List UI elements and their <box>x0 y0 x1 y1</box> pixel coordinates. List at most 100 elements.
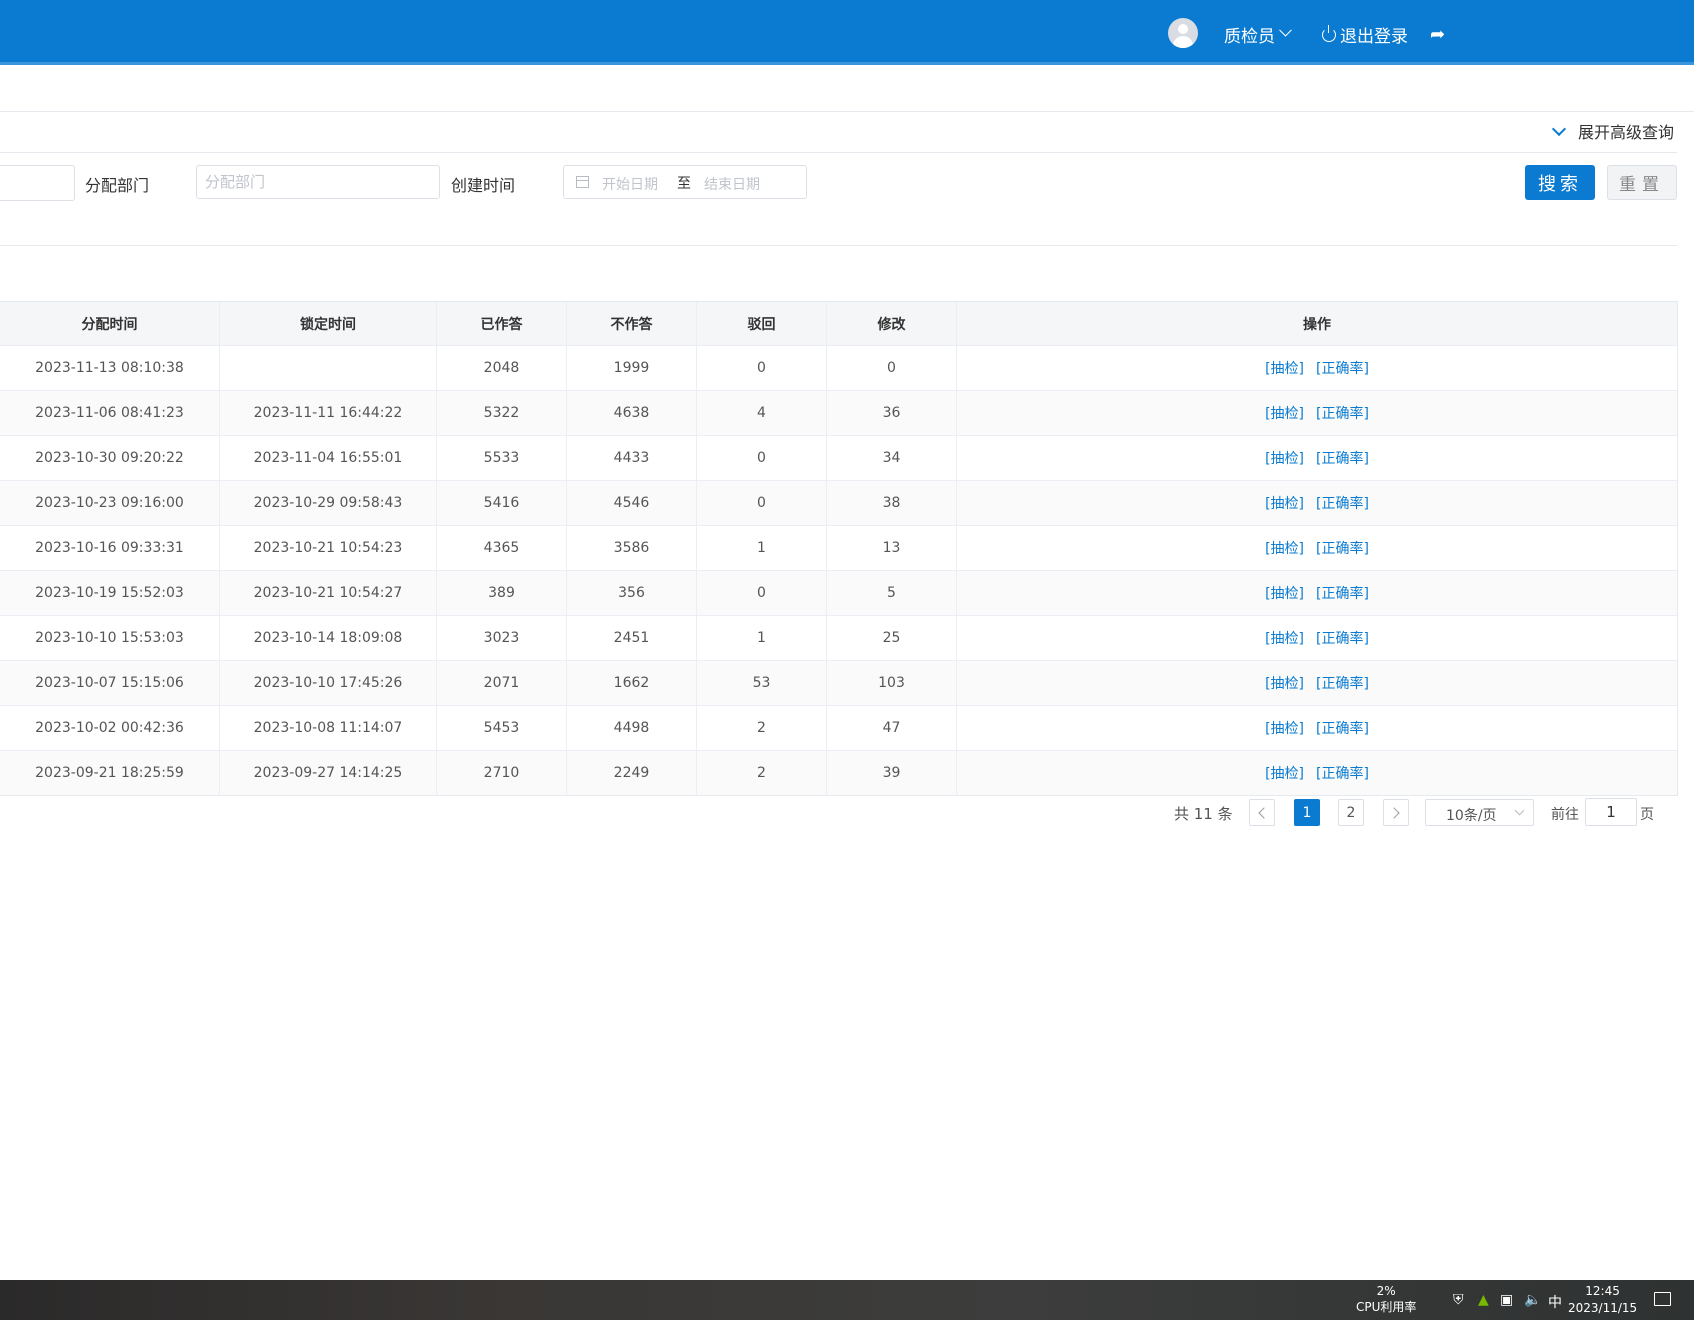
cpu-usage[interactable]: 2% CPU利用率 <box>1356 1283 1416 1315</box>
page-size-select[interactable]: 10条/页 <box>1425 799 1534 826</box>
column-header[interactable]: 驳回 <box>697 302 827 345</box>
start-date-placeholder[interactable]: 开始日期 <box>602 174 658 194</box>
total-count: 共 11 条 <box>1174 805 1233 823</box>
sample-check-link[interactable]: [抽检] <box>1265 403 1304 423</box>
modified-cell: 25 <box>827 616 957 660</box>
assign-time-cell: 2023-10-23 09:16:00 <box>0 481 220 525</box>
actions-cell: [抽检] [正确率] <box>957 616 1677 660</box>
assign-time-cell: 2023-10-30 09:20:22 <box>0 436 220 480</box>
next-page-button[interactable] <box>1383 799 1409 826</box>
sample-check-link[interactable]: [抽检] <box>1265 493 1304 513</box>
column-header[interactable]: 修改 <box>827 302 957 345</box>
modified-cell: 103 <box>827 661 957 705</box>
accuracy-link[interactable]: [正确率] <box>1316 538 1369 558</box>
created-time-label: 创建时间 <box>451 176 516 195</box>
accuracy-link[interactable]: [正确率] <box>1316 358 1369 378</box>
end-date-placeholder[interactable]: 结束日期 <box>704 174 760 194</box>
table-row: 2023-09-21 18:25:59 2023-09-27 14:14:25 27… <box>0 751 1677 795</box>
unanswered-cell: 1662 <box>567 661 697 705</box>
accuracy-link[interactable]: [正确率] <box>1316 493 1369 513</box>
notification-icon[interactable] <box>1654 1292 1671 1306</box>
page-button-1[interactable]: 1 <box>1294 799 1320 826</box>
dept-input[interactable] <box>196 165 440 199</box>
rejected-cell: 0 <box>697 436 827 480</box>
accuracy-link[interactable]: [正确率] <box>1316 628 1369 648</box>
sample-check-link[interactable]: [抽检] <box>1265 628 1304 648</box>
assign-time-cell: 2023-10-02 00:42:36 <box>0 706 220 750</box>
actions-cell: [抽检] [正确率] <box>957 346 1677 390</box>
lock-time-cell: 2023-11-04 16:55:01 <box>220 436 437 480</box>
modified-cell: 13 <box>827 526 957 570</box>
cpu-value: 2% <box>1376 1284 1396 1298</box>
logout-button[interactable]: 退出登录 <box>1322 22 1408 47</box>
nvidia-icon[interactable]: ▲ <box>1478 1292 1489 1308</box>
avatar-body <box>1173 36 1193 48</box>
modified-cell: 47 <box>827 706 957 750</box>
page-button-2[interactable]: 2 <box>1338 799 1364 826</box>
partial-input-field[interactable] <box>0 165 75 201</box>
user-menu[interactable]: 质检员 <box>1224 22 1292 47</box>
sample-check-link[interactable]: [抽检] <box>1265 358 1304 378</box>
unanswered-cell: 4433 <box>567 436 697 480</box>
clock-date: 2023/11/15 <box>1568 1301 1638 1315</box>
rejected-cell: 0 <box>697 346 827 390</box>
table-row: 2023-10-16 09:33:31 2023-10-21 10:54:23 43… <box>0 526 1677 571</box>
actions-cell: [抽检] [正确率] <box>957 661 1677 705</box>
rejected-cell: 2 <box>697 706 827 750</box>
column-header[interactable]: 锁定时间 <box>220 302 437 345</box>
assign-time-cell: 2023-11-06 08:41:23 <box>0 391 220 435</box>
lock-time-cell: 2023-11-11 16:44:22 <box>220 391 437 435</box>
accuracy-link[interactable]: [正确率] <box>1316 673 1369 693</box>
modified-cell: 5 <box>827 571 957 615</box>
assign-time-cell: 2023-10-16 09:33:31 <box>0 526 220 570</box>
unanswered-cell: 4638 <box>567 391 697 435</box>
page-size-value: 10条/页 <box>1446 808 1497 824</box>
sample-check-link[interactable]: [抽检] <box>1265 718 1304 738</box>
column-header[interactable]: 分配时间 <box>0 302 220 345</box>
user-avatar-icon[interactable] <box>1168 18 1198 48</box>
chevron-right-icon <box>1388 806 1400 819</box>
goto-suffix: 页 <box>1640 807 1654 823</box>
sample-check-link[interactable]: [抽检] <box>1265 673 1304 693</box>
unanswered-cell: 356 <box>567 571 697 615</box>
chevron-down-icon <box>1514 805 1525 816</box>
goto-page-input[interactable] <box>1585 798 1637 826</box>
ime-indicator[interactable]: 中 <box>1548 1292 1562 1312</box>
lock-time-cell <box>220 346 437 390</box>
answered-cell: 5416 <box>437 481 567 525</box>
rejected-cell: 0 <box>697 571 827 615</box>
network-icon[interactable]: ▣ <box>1500 1292 1513 1308</box>
accuracy-link[interactable]: [正确率] <box>1316 403 1369 423</box>
column-header[interactable]: 已作答 <box>437 302 567 345</box>
share-icon[interactable]: ➦ <box>1430 24 1445 45</box>
advanced-query-toggle[interactable]: 展开高级查询 <box>1551 119 1674 143</box>
sample-check-link[interactable]: [抽检] <box>1265 538 1304 558</box>
volume-icon[interactable]: 🔈 <box>1524 1292 1541 1308</box>
answered-cell: 5533 <box>437 436 567 480</box>
sample-check-link[interactable]: [抽检] <box>1265 448 1304 468</box>
prev-page-button[interactable] <box>1249 799 1275 826</box>
modified-cell: 39 <box>827 751 957 795</box>
rejected-cell: 1 <box>697 526 827 570</box>
rejected-cell: 4 <box>697 391 827 435</box>
accuracy-link[interactable]: [正确率] <box>1316 448 1369 468</box>
system-clock[interactable]: 12:45 2023/11/15 <box>1568 1283 1637 1317</box>
accuracy-link[interactable]: [正确率] <box>1316 718 1369 738</box>
search-button[interactable]: 搜索 <box>1525 165 1595 200</box>
power-icon <box>1322 24 1336 42</box>
date-range-picker[interactable]: 开始日期 至 结束日期 <box>563 165 807 199</box>
reset-button[interactable]: 重置 <box>1607 165 1677 200</box>
security-shield-icon[interactable]: ⛨ <box>1453 1292 1464 1308</box>
user-name: 质检员 <box>1224 27 1275 47</box>
sample-check-link[interactable]: [抽检] <box>1265 583 1304 603</box>
accuracy-link[interactable]: [正确率] <box>1316 583 1369 603</box>
table-row: 2023-10-02 00:42:36 2023-10-08 11:14:07 54… <box>0 706 1677 751</box>
divider <box>0 152 1677 153</box>
accuracy-link[interactable]: [正确率] <box>1316 763 1369 783</box>
avatar-head <box>1178 24 1188 34</box>
column-header[interactable]: 不作答 <box>567 302 697 345</box>
rejected-cell: 1 <box>697 616 827 660</box>
sample-check-link[interactable]: [抽检] <box>1265 763 1304 783</box>
unanswered-cell: 4498 <box>567 706 697 750</box>
table-row: 2023-11-13 08:10:38 2048 1999 0 0 [抽检] [正确率] <box>0 346 1677 391</box>
